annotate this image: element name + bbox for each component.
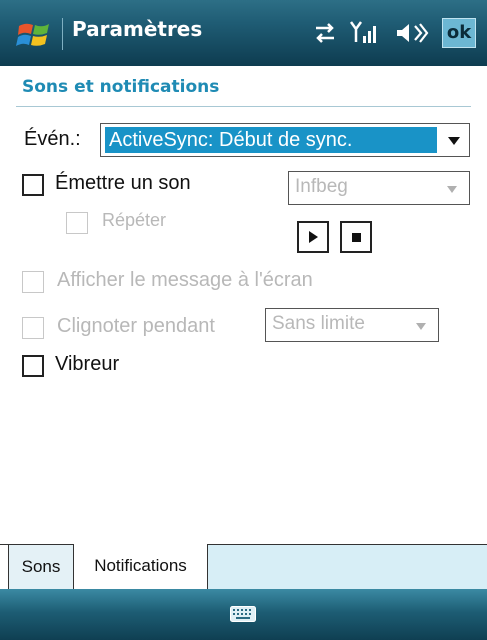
play-icon (309, 231, 318, 243)
speaker-icon[interactable] (394, 18, 430, 48)
play-sound-label: Émettre un son (55, 172, 191, 194)
show-message-checkbox[interactable] (22, 271, 44, 293)
tab-strip-background (208, 544, 487, 589)
title-bar: Paramètres ok (0, 0, 487, 66)
flash-checkbox[interactable] (22, 317, 44, 339)
event-label: Évén.: (24, 128, 81, 150)
connectivity-icon[interactable] (310, 18, 340, 48)
title-separator (62, 18, 63, 50)
ok-button[interactable]: ok (442, 18, 476, 48)
tab-notifications[interactable]: Notifications (74, 544, 208, 589)
stop-icon (352, 233, 361, 242)
windows-start-icon[interactable] (14, 14, 54, 54)
chevron-down-icon (416, 323, 426, 330)
play-button[interactable] (297, 221, 329, 253)
show-message-label: Afficher le message à l'écran (57, 269, 313, 291)
flash-label: Clignoter pendant (57, 315, 215, 337)
event-dropdown[interactable]: ActiveSync: Début de sync. (100, 123, 470, 157)
sound-dropdown[interactable]: Infbeg (288, 171, 470, 205)
section-divider (16, 106, 471, 107)
page-title: Paramètres (72, 17, 203, 41)
flash-duration-value: Sans limite (272, 313, 365, 334)
section-title: Sons et notifications (22, 77, 220, 97)
flash-duration-dropdown[interactable]: Sans limite (265, 308, 439, 342)
repeat-label: Répéter (102, 210, 167, 230)
tab-sons[interactable]: Sons (8, 545, 74, 589)
chevron-down-icon (447, 186, 457, 193)
signal-strength-icon[interactable] (348, 18, 376, 48)
stop-button[interactable] (340, 221, 372, 253)
chevron-down-icon (448, 137, 460, 145)
vibrate-checkbox[interactable] (22, 355, 44, 377)
play-sound-checkbox[interactable] (22, 174, 44, 196)
vibrate-label: Vibreur (55, 353, 120, 375)
sound-dropdown-value: Infbeg (295, 176, 348, 197)
event-dropdown-value: ActiveSync: Début de sync. (105, 127, 437, 153)
repeat-checkbox[interactable] (66, 212, 88, 234)
keyboard-icon[interactable] (230, 606, 256, 622)
